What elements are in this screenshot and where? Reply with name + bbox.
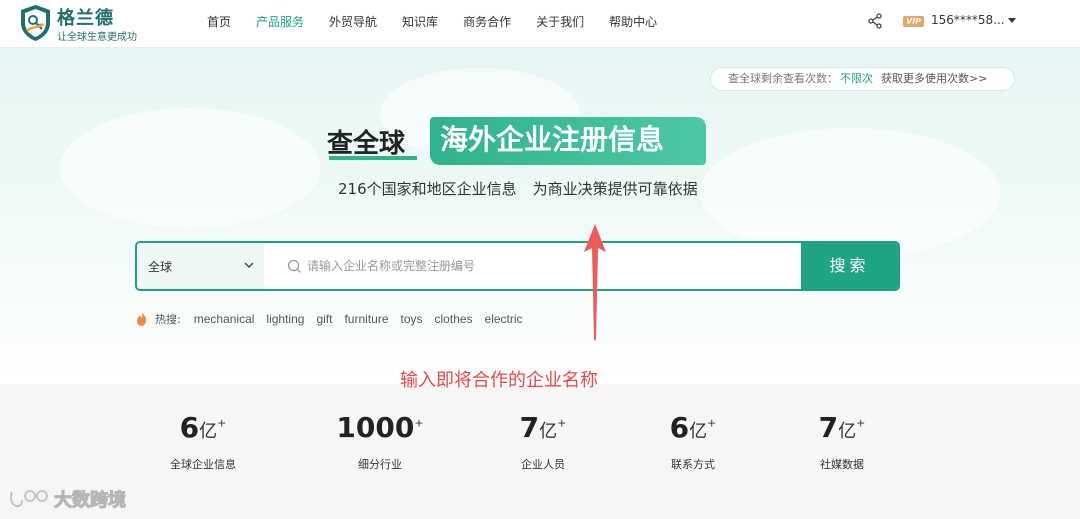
- nav-about-us[interactable]: 关于我们: [536, 0, 584, 48]
- hot-search-item[interactable]: gift: [316, 312, 332, 326]
- stat-plus: +: [414, 416, 424, 430]
- subtitle-part2: 为商业决策提供可靠依据: [532, 180, 698, 198]
- hot-searches: 热搜: mechanical lighting gift furniture t…: [136, 310, 535, 328]
- search-icon: [287, 259, 301, 273]
- watermark-text: 大数跨境: [54, 490, 127, 512]
- hot-search-item[interactable]: lighting: [266, 312, 304, 326]
- stat-label: 细分行业: [358, 458, 402, 471]
- stat-unit: 亿: [539, 421, 558, 442]
- brand-logo[interactable]: 格兰德 让全球生意更成功: [19, 4, 159, 43]
- stat-plus: +: [557, 416, 567, 430]
- chevron-down-icon: [244, 262, 254, 269]
- quota-value: 不限次: [840, 72, 873, 85]
- nav-trade-navigation[interactable]: 外贸导航: [329, 0, 377, 48]
- nav-home[interactable]: 首页: [207, 0, 231, 48]
- stat-value: 6亿+: [633, 411, 753, 444]
- hot-search-item[interactable]: electric: [485, 312, 523, 326]
- stat-value: 7亿+: [483, 411, 603, 444]
- quota-label: 查全球剩余查看次数：: [728, 72, 838, 85]
- hot-search-item[interactable]: furniture: [344, 312, 388, 326]
- stat-item: 6亿+ 联系方式: [633, 411, 753, 472]
- world-map-decoration: [700, 128, 1000, 258]
- stat-number: 6: [669, 411, 690, 444]
- stat-unit: 亿: [199, 421, 218, 442]
- world-map-decoration: [60, 108, 320, 228]
- hot-search-item[interactable]: clothes: [435, 312, 473, 326]
- annotation-text: 输入即将合作的企业名称: [400, 370, 598, 391]
- get-more-quota-link[interactable]: 获取更多使用次数>>: [881, 72, 987, 85]
- region-select[interactable]: 全球: [137, 243, 264, 289]
- stat-number: 7: [818, 411, 839, 444]
- stat-number: 1000: [336, 411, 415, 444]
- headline-left: 查全球: [327, 129, 406, 159]
- stat-value: 1000+: [320, 411, 440, 444]
- hero-section: 查全球剩余查看次数： 不限次 获取更多使用次数>> 查全球 海外企业注册信息 216…: [0, 48, 1080, 384]
- nav-knowledge-base[interactable]: 知识库: [402, 0, 438, 48]
- search-button[interactable]: 搜索: [801, 243, 898, 289]
- headline-underline: [329, 156, 417, 160]
- hot-search-label: 热搜:: [155, 313, 181, 326]
- stat-label: 社媒数据: [820, 458, 864, 471]
- search-input[interactable]: [307, 251, 787, 281]
- watermark: 大数跨境: [8, 486, 127, 512]
- stat-number: 7: [519, 411, 540, 444]
- stat-label: 全球企业信息: [170, 458, 236, 471]
- shield-logo-icon: [21, 5, 50, 41]
- brand-name: 格兰德: [57, 8, 114, 29]
- user-account[interactable]: 156****58...: [931, 13, 1005, 27]
- hero-subtitle: 216个国家和地区企业信息 为商业决策提供可靠依据: [338, 178, 714, 199]
- stat-item: 7亿+ 企业人员: [483, 411, 603, 472]
- main-nav: 首页 产品服务 外贸导航 知识库 商务合作 关于我们 帮助中心: [207, 0, 682, 48]
- stat-value: 6亿+: [143, 411, 263, 444]
- stat-plus: +: [856, 416, 866, 430]
- nav-products[interactable]: 产品服务: [256, 0, 304, 48]
- region-selected-value: 全球: [148, 260, 173, 274]
- stat-value: 7亿+: [782, 411, 902, 444]
- vip-badge: VIP: [903, 16, 925, 27]
- stat-plus: +: [707, 416, 717, 430]
- stat-label: 企业人员: [521, 458, 565, 471]
- hot-search-item[interactable]: toys: [401, 312, 423, 326]
- annotation-arrow-icon: [584, 224, 606, 340]
- hot-search-item[interactable]: mechanical: [194, 312, 255, 326]
- stat-unit: 亿: [838, 421, 857, 442]
- stat-label: 联系方式: [671, 458, 715, 471]
- stat-unit: 亿: [689, 421, 708, 442]
- stat-number: 6: [179, 411, 200, 444]
- stat-plus: +: [217, 416, 227, 430]
- stat-item: 1000+ 细分行业: [320, 411, 440, 472]
- watermark-logo-icon: [10, 490, 48, 508]
- caret-down-icon[interactable]: [1008, 18, 1016, 23]
- stats-section: 6亿+ 全球企业信息 1000+ 细分行业 7亿+ 企业人员 6亿+ 联系方式 …: [0, 384, 1080, 519]
- top-header: 格兰德 让全球生意更成功 首页 产品服务 外贸导航 知识库 商务合作 关于我们 …: [0, 0, 1080, 48]
- stat-item: 6亿+ 全球企业信息: [143, 411, 263, 472]
- nav-business-cooperation[interactable]: 商务合作: [463, 0, 511, 48]
- brand-slogan: 让全球生意更成功: [57, 32, 137, 43]
- stat-item: 7亿+ 社媒数据: [782, 411, 902, 472]
- search-box: 全球 搜索: [135, 241, 900, 291]
- fire-icon: [137, 312, 147, 326]
- quota-banner: 查全球剩余查看次数： 不限次 获取更多使用次数>>: [710, 67, 1015, 91]
- subtitle-part1: 216个国家和地区企业信息: [338, 180, 517, 198]
- headline-right: 海外企业注册信息: [430, 117, 706, 165]
- share-icon[interactable]: [866, 12, 884, 30]
- nav-help-center[interactable]: 帮助中心: [609, 0, 657, 48]
